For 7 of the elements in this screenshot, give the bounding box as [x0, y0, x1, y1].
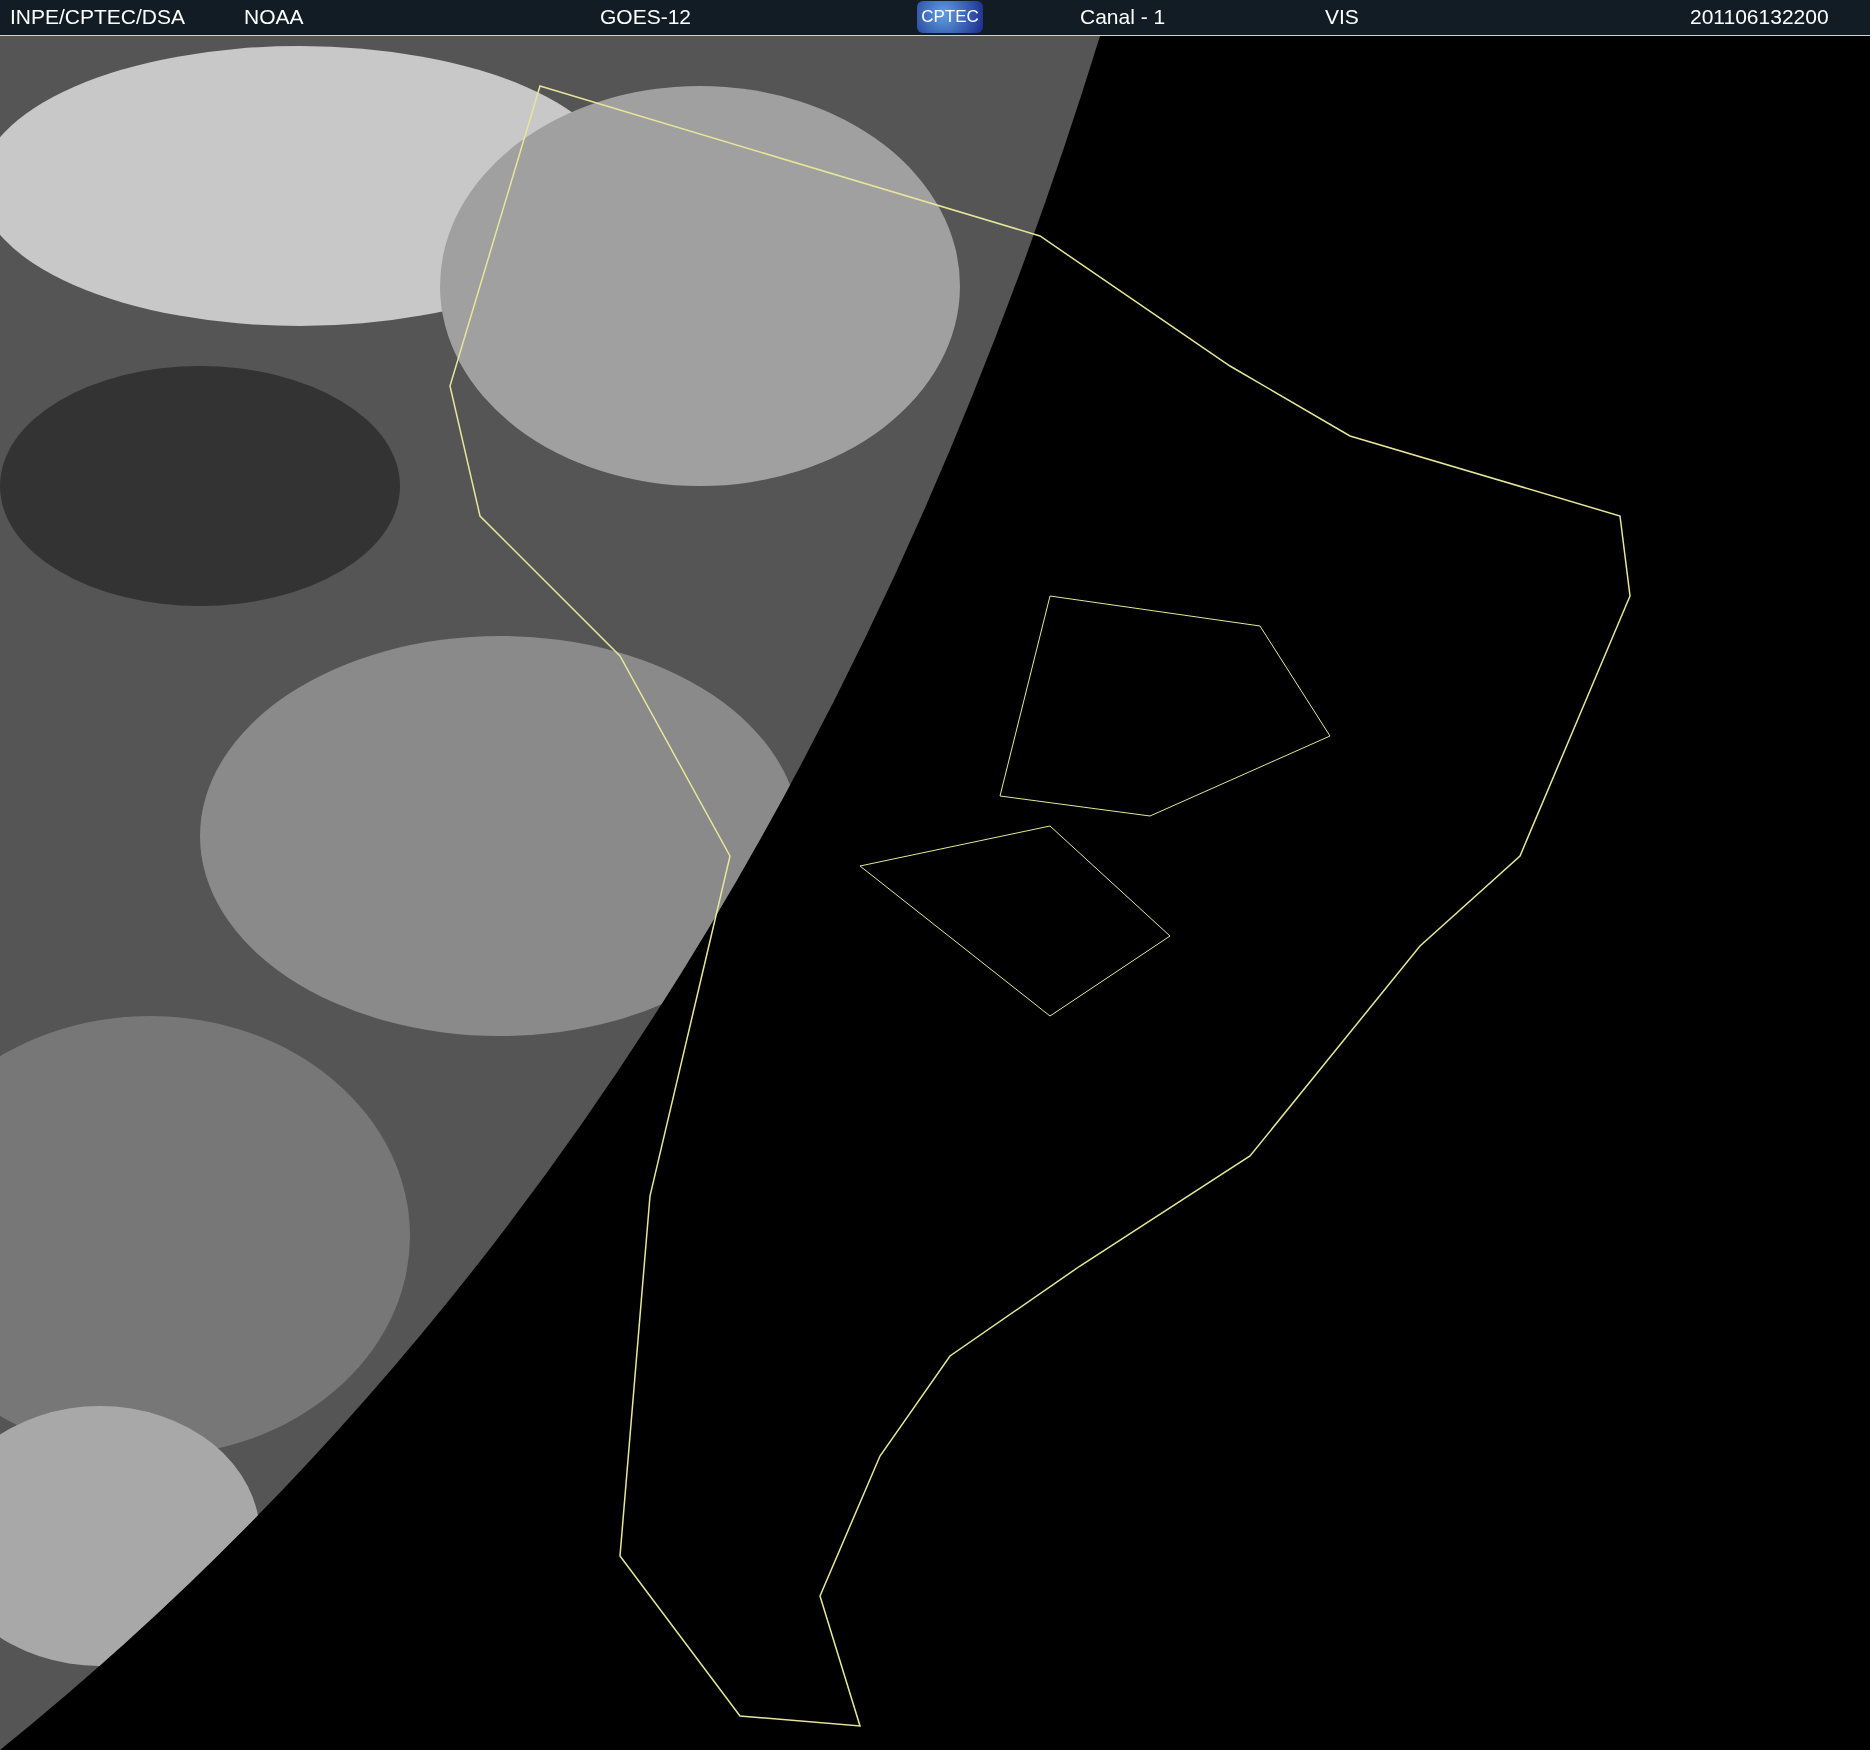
- header-label: INPE/CPTEC/DSA: [10, 5, 186, 29]
- header-label: VIS: [1325, 5, 1359, 29]
- logo: CPTEC: [917, 1, 983, 33]
- header-label: Canal - 1: [1080, 5, 1166, 29]
- header-label: NOAA: [244, 5, 304, 29]
- header-label: GOES-12: [600, 5, 692, 29]
- header-label: 201106132200: [1690, 5, 1829, 29]
